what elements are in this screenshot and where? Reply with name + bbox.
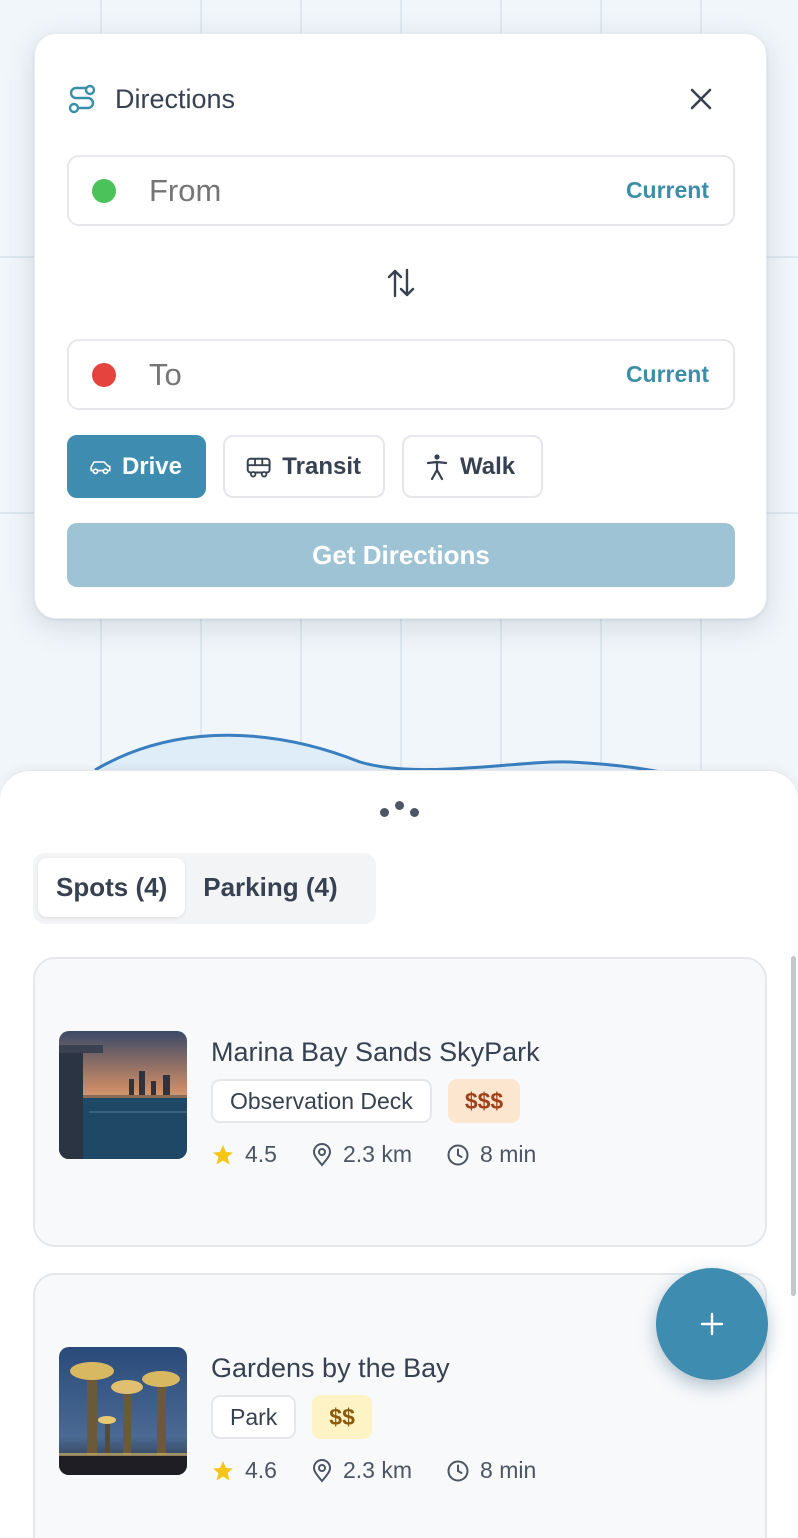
spot-tags: Observation Deck $$$ <box>211 1079 521 1123</box>
mode-drive-label: Drive <box>121 452 182 480</box>
spot-thumbnail <box>59 1347 187 1475</box>
distance-value: 2.3 km <box>342 1457 413 1483</box>
travel-mode-selector: Drive Transit Walk <box>67 435 543 498</box>
from-field[interactable]: Current <box>67 155 735 226</box>
spot-tags: Park $$ <box>211 1395 372 1439</box>
plus-icon <box>700 1312 724 1336</box>
walk-icon <box>426 453 448 480</box>
spot-thumbnail <box>59 1031 187 1159</box>
route-icon <box>68 84 96 114</box>
tab-spots[interactable]: Spots (4) <box>38 858 186 917</box>
close-icon[interactable] <box>686 84 716 114</box>
distance: 2.3 km <box>311 1141 412 1168</box>
mode-walk-label: Walk <box>460 452 516 480</box>
to-field[interactable]: Current <box>67 339 735 410</box>
to-dot-icon <box>92 362 116 387</box>
from-input[interactable] <box>149 172 626 209</box>
tab-parking[interactable]: Parking (4) <box>185 858 355 917</box>
get-directions-button[interactable]: Get Directions <box>67 523 735 587</box>
clock-icon <box>447 1144 469 1165</box>
star-icon <box>213 1144 233 1164</box>
spot-name: Gardens by the Bay <box>211 1353 450 1383</box>
rating: 4.6 <box>211 1457 277 1484</box>
category-badge: Observation Deck <box>211 1079 432 1123</box>
spot-meta: 4.5 2.3 km 8 min <box>211 1141 570 1168</box>
time-value: 8 min <box>480 1141 537 1167</box>
spot-meta: 4.6 2.3 km 8 min <box>211 1457 570 1484</box>
directions-title: Directions <box>115 83 236 114</box>
drag-handle-icon[interactable] <box>380 801 420 825</box>
travel-time: 8 min <box>446 1141 536 1168</box>
rating-value: 4.6 <box>245 1457 277 1483</box>
mode-walk-button[interactable]: Walk <box>402 435 543 498</box>
to-current-button[interactable]: Current <box>626 361 709 388</box>
mode-transit-button[interactable]: Transit <box>223 435 385 498</box>
bus-icon <box>246 457 271 477</box>
swap-icon[interactable] <box>385 266 417 300</box>
directions-panel: Directions Current Current Drive <box>34 33 767 619</box>
from-dot-icon <box>92 178 116 203</box>
location-pin-icon <box>312 1458 331 1483</box>
sheet-tabs: Spots (4) Parking (4) <box>33 853 376 924</box>
rating: 4.5 <box>211 1141 277 1168</box>
category-badge: Park <box>211 1395 297 1439</box>
from-current-button[interactable]: Current <box>626 177 709 204</box>
rating-value: 4.5 <box>245 1141 277 1167</box>
mode-drive-button[interactable]: Drive <box>67 435 206 498</box>
distance: 2.3 km <box>311 1457 412 1484</box>
location-pin-icon <box>312 1142 331 1167</box>
scrollbar[interactable] <box>791 956 796 1296</box>
time-value: 8 min <box>480 1457 537 1483</box>
spot-card[interactable]: Marina Bay Sands SkyPark Observation Dec… <box>33 957 767 1247</box>
clock-icon <box>447 1460 469 1481</box>
distance-value: 2.3 km <box>342 1141 413 1167</box>
price-badge: $$$ <box>447 1079 521 1123</box>
travel-time: 8 min <box>446 1457 536 1484</box>
to-input[interactable] <box>149 356 626 393</box>
add-spot-button[interactable] <box>656 1268 768 1380</box>
price-badge: $$ <box>312 1395 372 1439</box>
car-icon <box>90 460 111 474</box>
mode-transit-label: Transit <box>282 452 361 480</box>
star-icon <box>213 1460 233 1480</box>
directions-header: Directions <box>67 82 235 116</box>
spot-name: Marina Bay Sands SkyPark <box>211 1037 540 1067</box>
